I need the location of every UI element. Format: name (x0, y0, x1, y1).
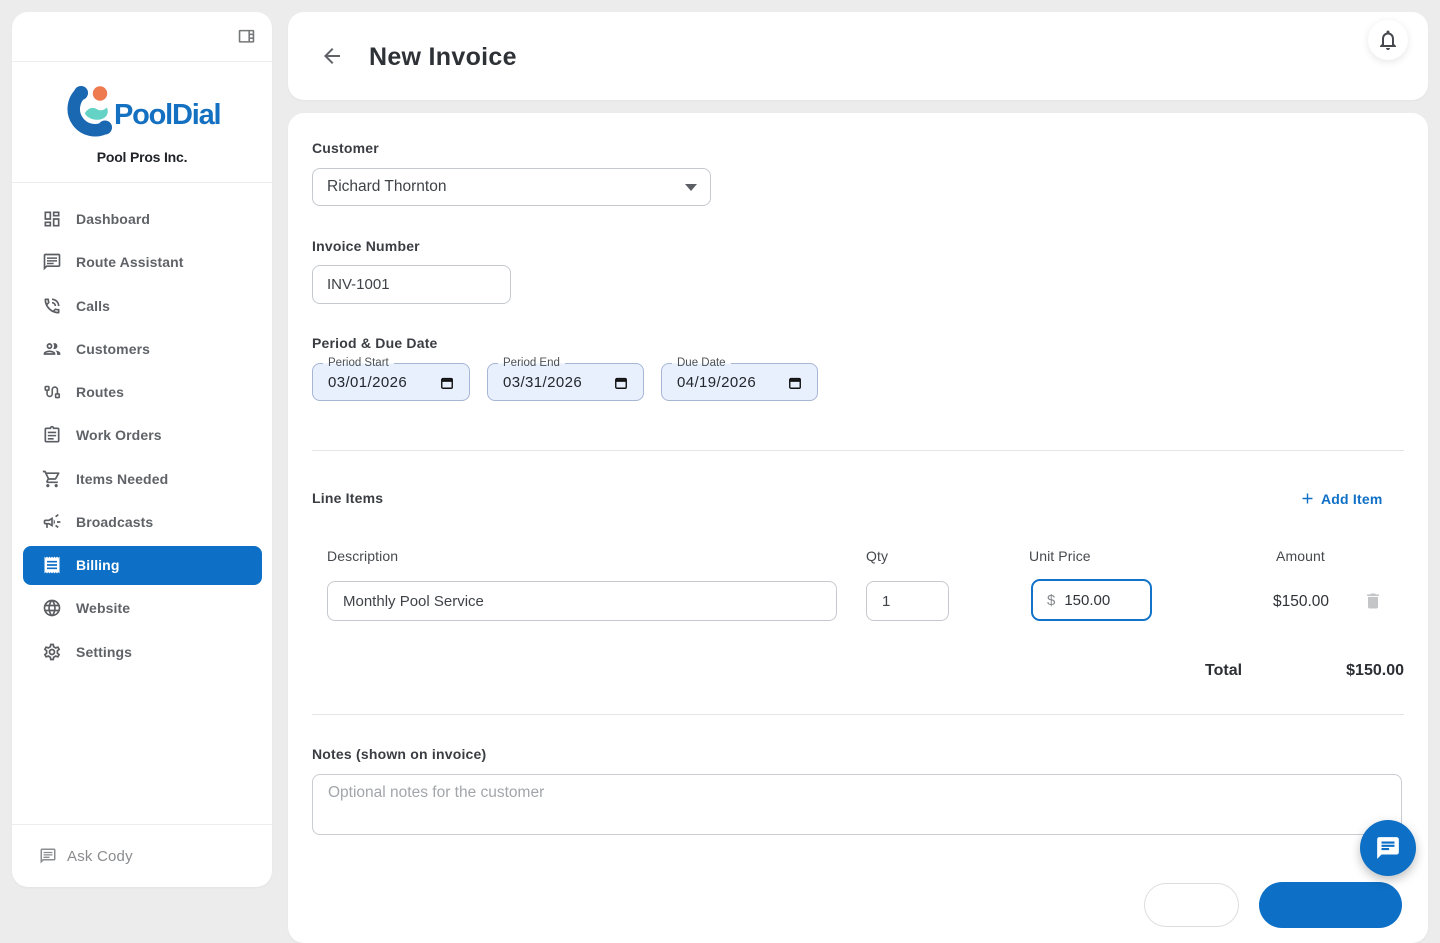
svg-text:PoolDial: PoolDial (114, 99, 220, 131)
